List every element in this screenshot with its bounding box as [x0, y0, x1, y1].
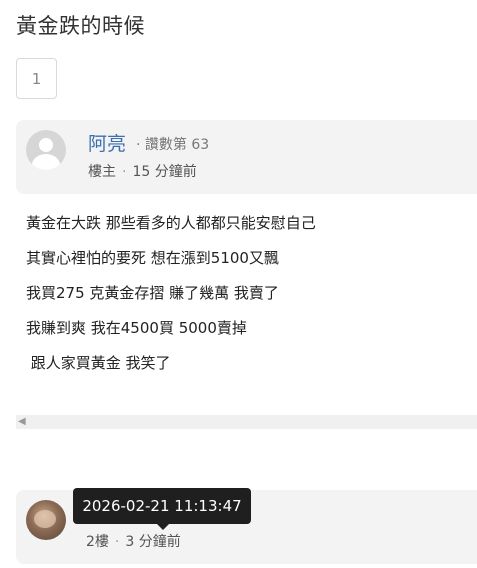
tooltip-text: 2026-02-21 11:13:47: [82, 497, 242, 515]
tooltip-arrow: [157, 524, 169, 530]
separator-dot: ·: [114, 534, 120, 550]
timestamp-tooltip: 2026-02-21 11:13:47: [73, 488, 251, 530]
op-role: 樓主: [88, 164, 116, 180]
reply-meta: 2樓 · 3 分鐘前: [86, 531, 181, 551]
op-meta: 樓主 · 15 分鐘前: [88, 161, 197, 181]
op-author-name[interactable]: 阿亮: [88, 129, 126, 156]
reply-floor[interactable]: 2樓: [86, 534, 109, 550]
op-time[interactable]: 15 分鐘前: [132, 164, 196, 180]
content-line: 其實心裡怕的要死 想在漲到5100又飄: [26, 249, 279, 267]
default-avatar-icon[interactable]: [26, 130, 66, 170]
horizontal-scrollbar[interactable]: ◀: [16, 415, 477, 429]
content-line: 黃金在大跌 那些看多的人都都只能安慰自己: [26, 214, 316, 232]
op-reads: · 讚數第 63: [136, 137, 210, 153]
content-line: 我買275 克黃金存摺 賺了幾萬 我賣了: [26, 284, 279, 302]
content-line: 我賺到爽 我在4500買 5000賣掉: [26, 319, 247, 337]
page-button-1[interactable]: 1: [16, 58, 57, 99]
user-avatar[interactable]: [26, 500, 66, 540]
separator-dot: ·: [122, 164, 127, 180]
op-post-content: 黃金在大跌 那些看多的人都都只能安慰自己 其實心裡怕的要死 想在漲到5100又飄…: [26, 206, 316, 381]
reply-time[interactable]: 3 分鐘前: [125, 534, 180, 550]
content-line: 跟人家買黃金 我笑了: [26, 354, 171, 372]
scroll-left-icon[interactable]: ◀: [18, 416, 26, 427]
op-post-header: 阿亮 · 讚數第 63 樓主 · 15 分鐘前: [16, 120, 477, 194]
thread-title: 黃金跌的時候: [16, 14, 145, 38]
